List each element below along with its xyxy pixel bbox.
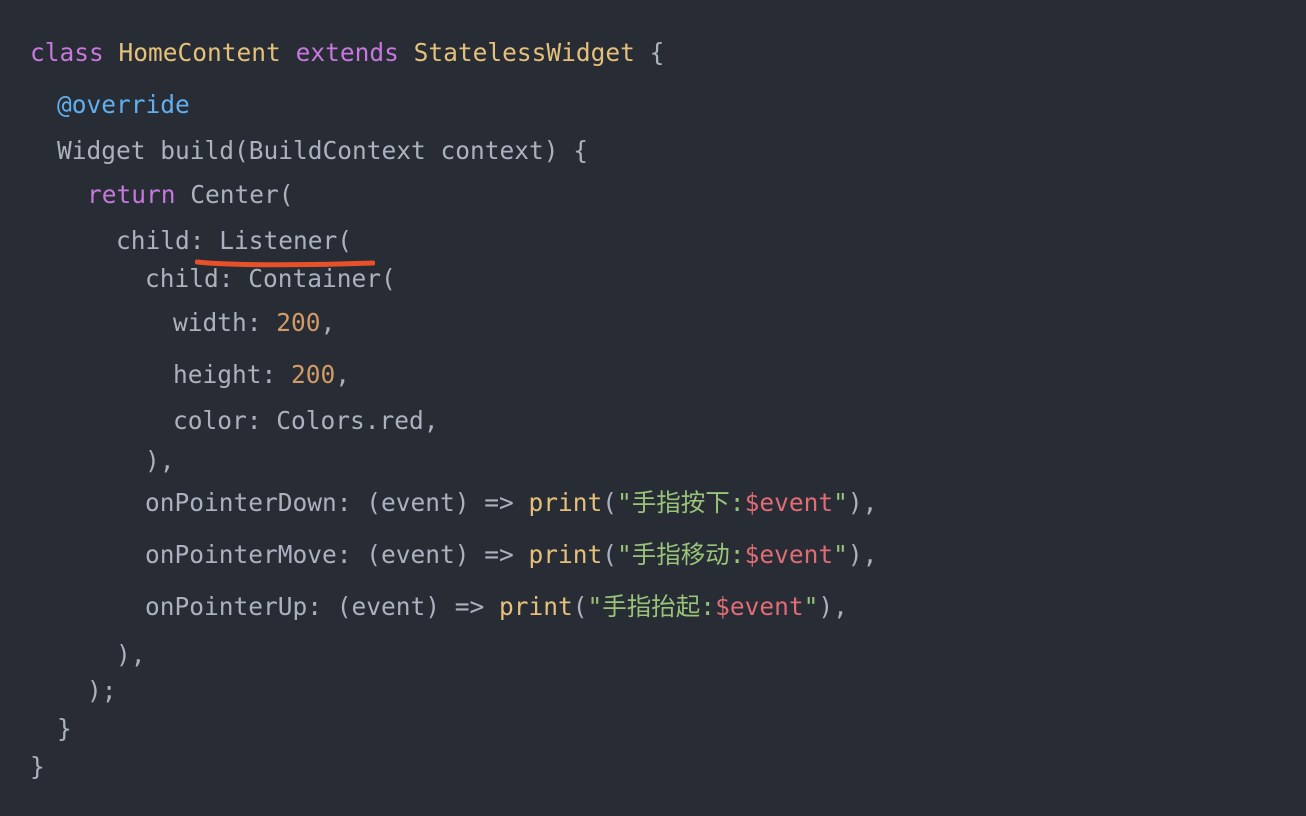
code-token: " — [833, 488, 848, 517]
code-line-8: height: 200, — [173, 360, 350, 390]
code-line-2: @override — [57, 90, 190, 120]
code-token: ( — [602, 488, 618, 517]
code-token: print — [499, 592, 573, 621]
code-token: $event — [744, 488, 834, 517]
code-line-7: width: 200, — [173, 308, 335, 338]
code-token: extends — [295, 38, 399, 67]
code-token: $event — [715, 592, 804, 621]
code-line-11: onPointerDown: (event) => print("手指按下:$e… — [145, 488, 877, 518]
code-token: child: Container( — [145, 264, 396, 293]
code-token: 200 — [291, 360, 336, 389]
code-line-15: ); — [87, 676, 117, 706]
code-token: "手指移动: — [617, 540, 745, 569]
code-token: height: — [173, 360, 292, 389]
code-token: print — [528, 488, 603, 517]
code-line-13: onPointerUp: (event) => print("手指抬起:$eve… — [145, 592, 848, 622]
code-token: } — [30, 752, 45, 781]
code-token: print — [528, 540, 603, 569]
code-token: HomeContent — [118, 38, 281, 67]
code-token: ( — [572, 592, 588, 621]
code-token: class — [30, 38, 104, 67]
code-editor: class HomeContent extends StatelessWidge… — [0, 0, 1306, 816]
code-token: 200 — [276, 308, 321, 337]
code-token: width: — [173, 308, 277, 337]
code-line-16: } — [57, 714, 72, 744]
code-token: return — [87, 180, 176, 209]
code-line-10: ), — [145, 446, 175, 476]
code-token: onPointerMove: (event) => — [145, 540, 529, 569]
code-token: ), — [116, 640, 146, 669]
code-token: $event — [744, 540, 834, 569]
code-token: Widget build(BuildContext context) { — [57, 136, 589, 165]
code-line-3: Widget build(BuildContext context) { — [57, 136, 588, 166]
code-line-1: class HomeContent extends StatelessWidge… — [30, 38, 664, 68]
code-token: ( — [602, 540, 618, 569]
red-underline-annotation — [195, 259, 375, 268]
code-line-9: color: Colors.red, — [173, 406, 439, 436]
code-token: , — [320, 308, 336, 337]
code-token: , — [335, 360, 351, 389]
code-line-17: } — [30, 752, 45, 782]
code-token: { — [634, 38, 665, 67]
code-token: ), — [847, 540, 878, 569]
code-token: color: Colors.red, — [173, 406, 439, 435]
code-line-5: child: Listener( — [116, 226, 352, 256]
code-token: StatelessWidget — [413, 38, 635, 67]
code-token: onPointerUp: (event) => — [145, 592, 500, 621]
code-token: onPointerDown: (event) => — [145, 488, 529, 517]
code-line-12: onPointerMove: (event) => print("手指移动:$e… — [145, 540, 877, 570]
code-token: " — [803, 592, 819, 621]
code-token: " — [833, 540, 848, 569]
code-token: "手指按下: — [617, 488, 745, 517]
code-token: child: Listener( — [116, 226, 353, 255]
code-token: @override — [57, 90, 190, 119]
code-token: Center( — [175, 180, 294, 209]
code-token: ), — [847, 488, 878, 517]
code-line-6: child: Container( — [145, 264, 396, 294]
code-token: } — [57, 714, 72, 743]
code-token: ), — [818, 592, 848, 621]
code-line-14: ), — [116, 640, 146, 670]
code-token: ), — [145, 446, 175, 475]
code-token: "手指抬起: — [587, 592, 716, 621]
code-line-4: return Center( — [87, 180, 294, 210]
code-token: ); — [87, 676, 117, 705]
